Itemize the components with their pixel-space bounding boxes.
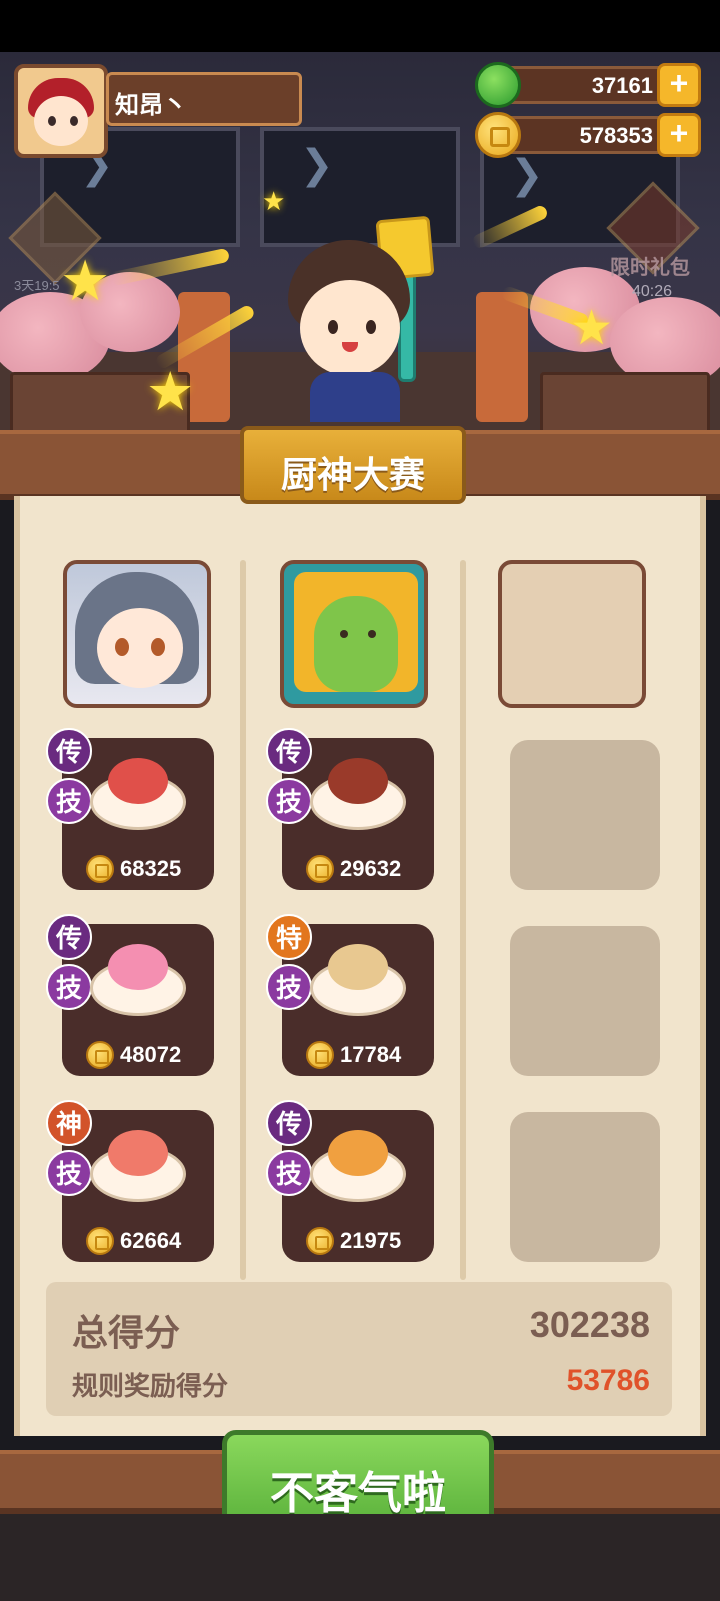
column-divider [460,560,466,1280]
chef-portrait-slot-1[interactable] [63,560,211,708]
coin-value: 578353 [579,123,653,148]
empty-dish-slot[interactable] [510,926,660,1076]
limited-gift-badge[interactable]: 限时礼包 40:26 [598,181,708,305]
dish-price: 17784 [306,1041,401,1069]
star-icon: ★ [262,186,286,216]
skill-badge: 技 [46,778,92,824]
rank-badge: 传 [266,728,312,774]
add-gems-button[interactable]: + [657,63,701,107]
player-name: 知昂丶 [115,92,187,119]
rank-badge: 神 [46,1100,92,1146]
skill-badge: 技 [266,778,312,824]
chef-portrait-slot-empty[interactable] [498,560,646,708]
coin-icon [306,855,334,883]
empty-dish-slot[interactable] [510,1112,660,1262]
gem-value: 37161 [591,73,653,98]
pillar [476,292,528,422]
dish-price: 48072 [86,1041,181,1069]
chevron-right-icon: ❯ [510,152,544,198]
column-divider [240,560,246,1280]
contest-title: 厨神大赛 [280,454,425,495]
bonus-score-value: 53786 [566,1364,650,1397]
green-apple-gem-icon [475,62,521,108]
skill-badge: 技 [46,1150,92,1196]
bonus-score-label: 规则奖励得分 [72,1371,229,1401]
skill-badge: 技 [266,1150,312,1196]
skill-badge: 技 [266,964,312,1010]
dish-food [328,1130,388,1176]
skill-badge: 技 [46,964,92,1010]
gift-label: 限时礼包 [610,257,690,279]
status-bar [0,0,720,52]
player-name-plate: 知昂丶 [106,72,302,126]
confirm-button-label: 不客气啦 [270,1469,446,1518]
star-icon: ★ [60,249,111,312]
rank-badge: 传 [266,1100,312,1146]
dish-food [108,944,168,990]
coin-counter: 578353 + [475,112,701,158]
coin-icon [86,855,114,883]
dish-card[interactable]: 传 技 68325 [46,728,214,890]
empty-dish-slot[interactable] [510,740,660,890]
contest-title-plate: 厨神大赛 [240,426,466,504]
coin-icon [86,1227,114,1255]
dish-food [328,944,388,990]
dish-food [328,758,388,804]
dish-card[interactable]: 传 技 21975 [266,1100,434,1262]
coin-icon [475,112,521,158]
coin-icon [306,1227,334,1255]
rank-badge: 传 [46,728,92,774]
chef-portrait-slot-2[interactable] [280,560,428,708]
total-score-value: 302238 [529,1304,650,1345]
avatar[interactable] [14,64,108,158]
star-icon: ★ [570,302,614,355]
total-score-label: 总得分 [72,1312,181,1353]
star-icon: ★ [146,362,195,422]
coin-icon [86,1041,114,1069]
event-timer: 3天19:5 [14,278,60,293]
dish-card[interactable]: 神 技 62664 [46,1100,214,1262]
dish-price: 68325 [86,855,181,883]
gem-counter: 37161 + [475,62,701,108]
chevron-right-icon: ❯ [300,142,334,188]
bottom-area [0,1514,720,1601]
dish-card[interactable]: 传 技 48072 [46,914,214,1076]
chef-mascot [270,200,450,430]
dish-price: 29632 [306,855,401,883]
dish-food [108,758,168,804]
rank-badge: 特 [266,914,312,960]
add-coins-button[interactable]: + [657,113,701,157]
gift-timer: 40:26 [632,283,673,300]
rank-badge: 传 [46,914,92,960]
score-summary: 总得分 302238 规则奖励得分 53786 [46,1282,672,1416]
dish-price: 62664 [86,1227,181,1255]
dish-card[interactable]: 特 技 17784 [266,914,434,1076]
dish-card[interactable]: 传 技 29632 [266,728,434,890]
dish-food [108,1130,168,1176]
coin-icon [306,1041,334,1069]
dish-price: 21975 [306,1227,401,1255]
